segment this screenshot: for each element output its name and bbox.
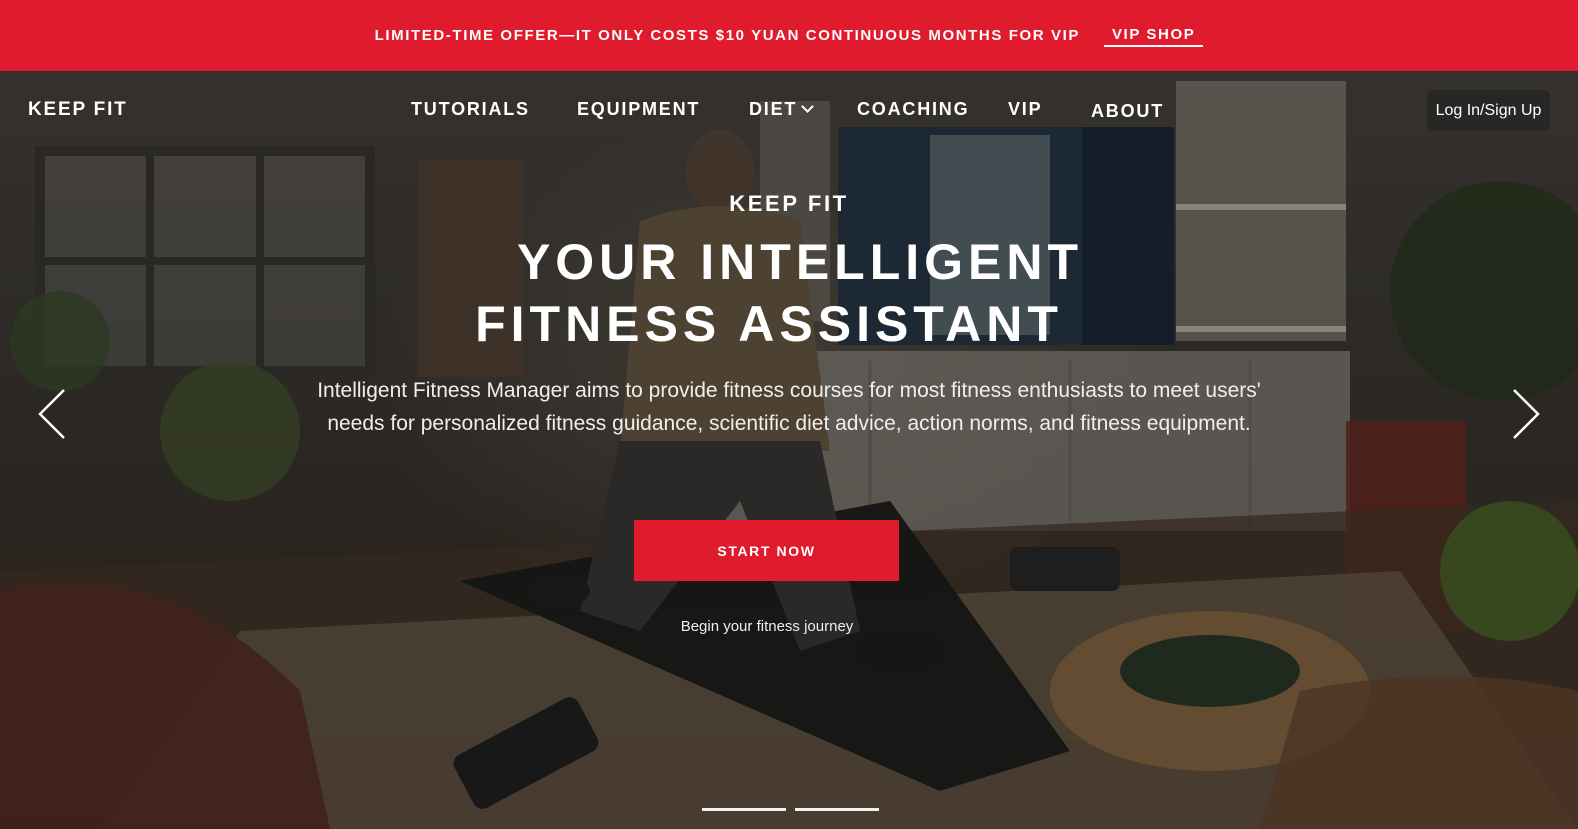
carousel-prev-button[interactable]: [34, 388, 70, 440]
nav-item-tutorials[interactable]: TUTORIALS: [411, 99, 530, 120]
main-navbar: KEEP FIT TUTORIALS EQUIPMENT DIET COACHI…: [0, 71, 1578, 151]
nav-label: ABOUT: [1091, 101, 1164, 121]
chevron-right-icon: [1513, 389, 1540, 439]
nav-item-coaching[interactable]: COACHING: [857, 99, 969, 120]
carousel-next-button[interactable]: [1508, 388, 1544, 440]
carousel-indicators: [702, 808, 879, 811]
start-now-button[interactable]: START NOW: [634, 520, 899, 581]
nav-item-about[interactable]: ABOUT: [1091, 101, 1164, 122]
nav-label: TUTORIALS: [411, 99, 530, 119]
hero-background: [0, 71, 1578, 829]
hero-headline: YOUR INTELLIGENT FITNESS ASSISTANT: [0, 231, 1578, 355]
nav-item-vip[interactable]: VIP: [1008, 99, 1042, 120]
hero-dark-overlay: [0, 71, 1578, 829]
headline-line-2: FITNESS ASSISTANT: [475, 296, 1063, 352]
cta-caption: Begin your fitness journey: [680, 618, 854, 635]
vip-shop-link[interactable]: VIP SHOP: [1103, 24, 1204, 47]
hero-description: Intelligent Fitness Manager aims to prov…: [317, 379, 1261, 435]
nav-label: DIET: [749, 99, 798, 119]
brand-logo[interactable]: KEEP FIT: [28, 99, 128, 121]
nav-item-diet[interactable]: DIET: [749, 99, 815, 120]
nav-label: VIP: [1008, 99, 1043, 119]
hero-eyebrow: KEEP FIT: [729, 191, 849, 216]
promo-text: LIMITED-TIME OFFER—IT ONLY COSTS $10 YUA…: [374, 27, 1080, 44]
nav-label: EQUIPMENT: [577, 99, 701, 119]
headline-line-1: YOUR INTELLIGENT: [516, 234, 1084, 290]
chevron-down-icon: [801, 100, 815, 113]
carousel-indicator-2[interactable]: [795, 808, 879, 811]
carousel-indicator-1[interactable]: [702, 808, 786, 811]
nav-label: COACHING: [857, 99, 970, 119]
login-signup-button[interactable]: Log In/Sign Up: [1427, 90, 1550, 131]
promo-banner: LIMITED-TIME OFFER—IT ONLY COSTS $10 YUA…: [0, 0, 1578, 71]
chevron-left-icon: [38, 389, 65, 439]
nav-item-equipment[interactable]: EQUIPMENT: [577, 99, 700, 120]
